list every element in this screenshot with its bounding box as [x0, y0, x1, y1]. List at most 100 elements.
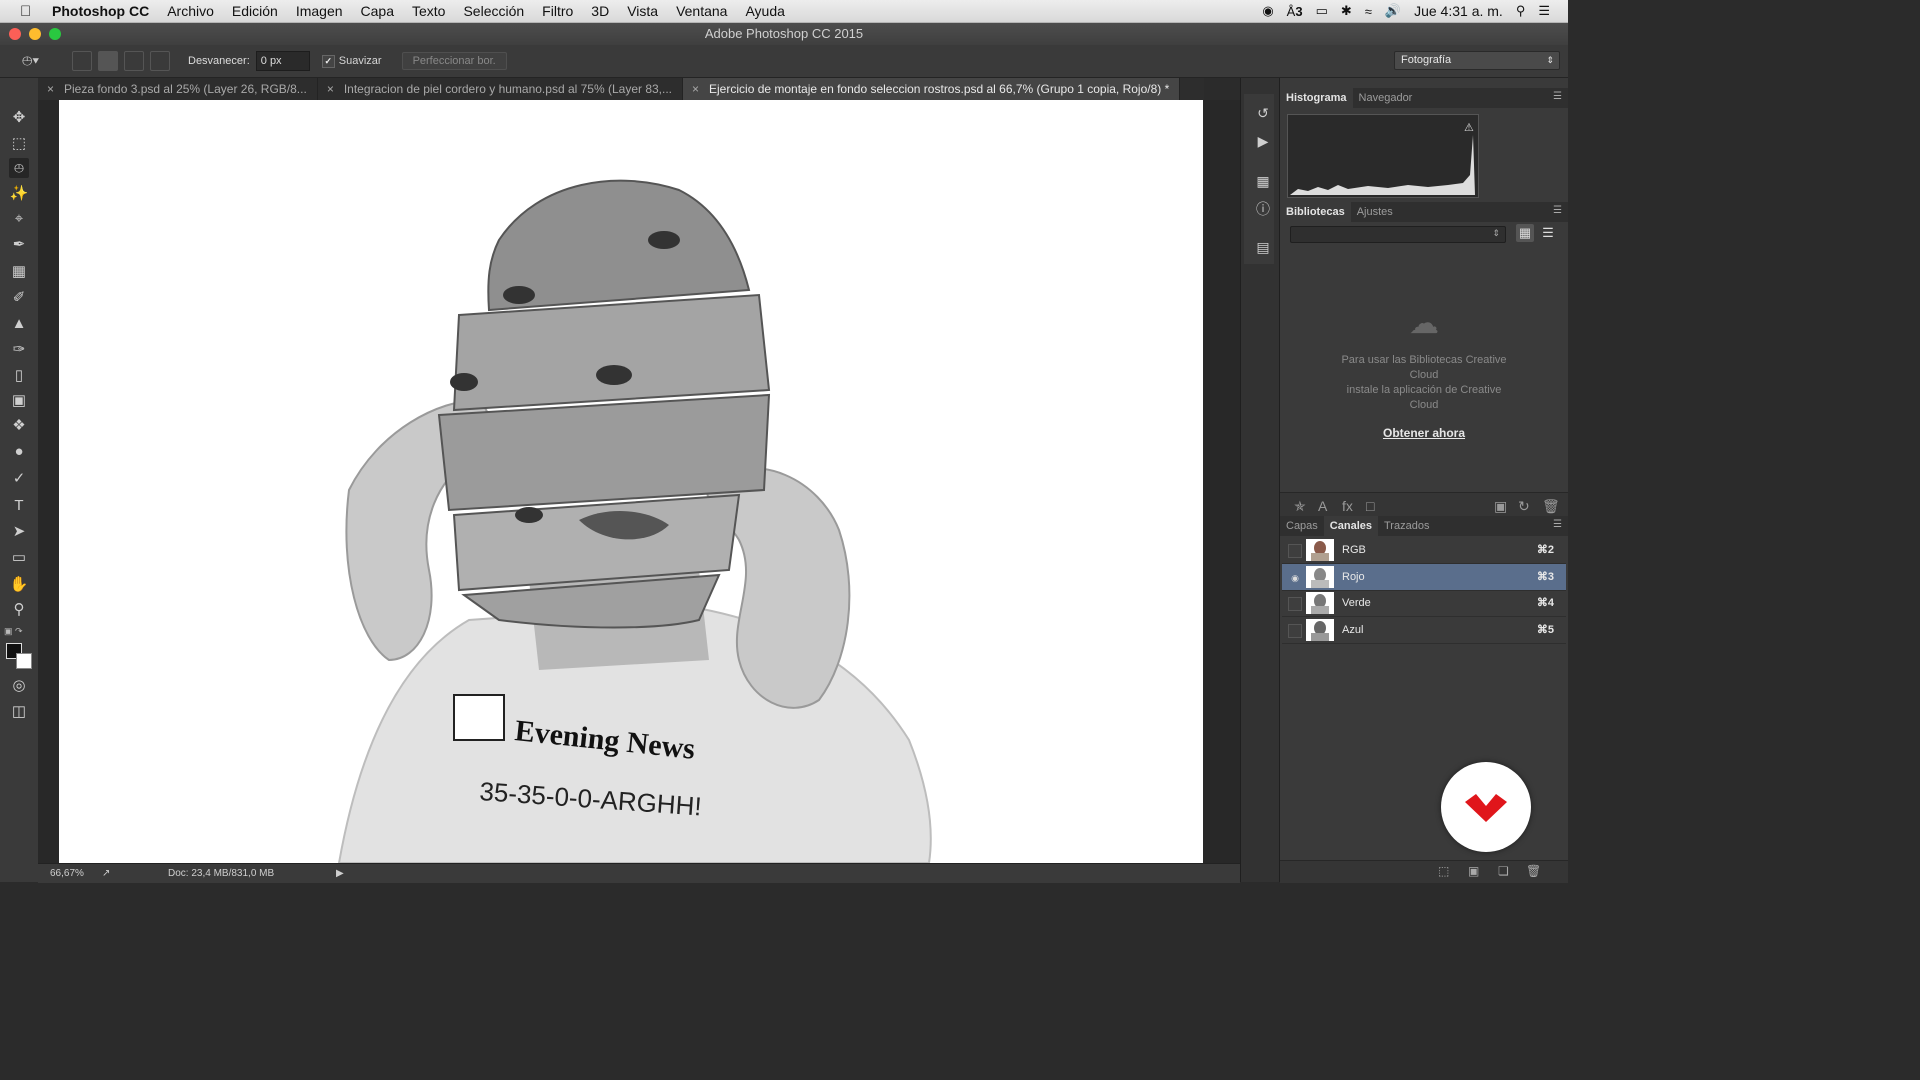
refine-edge-button[interactable]: Perfeccionar bor.: [401, 52, 507, 70]
add-color-icon[interactable]: □: [1366, 498, 1374, 514]
warning-icon[interactable]: ⚠: [1464, 121, 1474, 134]
gradient-tool-icon[interactable]: ▣: [9, 391, 29, 411]
dodge-tool-icon[interactable]: ●: [9, 442, 29, 462]
doc-tab[interactable]: × Integracion de piel cordero y humano.ps…: [317, 78, 684, 100]
info-icon[interactable]: ⓘ: [1254, 200, 1272, 218]
record-icon[interactable]: ◉: [1262, 3, 1273, 19]
panel-menu-icon[interactable]: ☰: [1553, 519, 1562, 530]
move-tool-icon[interactable]: ✥: [9, 108, 29, 128]
history-icon[interactable]: ↺: [1254, 104, 1272, 122]
image-canvas[interactable]: Evening News 35-35-0-0-ARGHH!: [59, 100, 1203, 863]
tab-canales[interactable]: Canales: [1323, 516, 1378, 536]
delete-channel-icon[interactable]: 🗑: [1526, 864, 1541, 878]
menu-ventana[interactable]: Ventana: [676, 3, 727, 19]
load-selection-icon[interactable]: ⬚: [1438, 864, 1449, 878]
adobe-cc-icon[interactable]: Å3: [1287, 4, 1303, 19]
eyedropper-tool-icon[interactable]: ✒: [9, 235, 29, 255]
bluetooth-icon[interactable]: ✱: [1341, 3, 1352, 19]
menu-edicion[interactable]: Edición: [232, 3, 278, 19]
clock[interactable]: Jue 4:31 a. m.: [1414, 3, 1503, 19]
menu-ayuda[interactable]: Ayuda: [745, 3, 784, 19]
menu-3d[interactable]: 3D: [591, 3, 609, 19]
new-selection-mode-icon[interactable]: [72, 51, 92, 71]
close-tab-icon[interactable]: ×: [327, 78, 334, 100]
doc-tab-active[interactable]: × Ejercicio de montaje en fondo seleccion…: [683, 78, 1181, 100]
grid-view-icon[interactable]: ▦: [1516, 224, 1534, 242]
save-selection-icon[interactable]: ▣: [1468, 864, 1479, 878]
visibility-toggle[interactable]: [1288, 544, 1302, 558]
zoom-level[interactable]: 66,67%: [50, 864, 84, 883]
apple-icon[interactable]: : [20, 3, 40, 20]
magic-wand-tool-icon[interactable]: ✨: [9, 184, 29, 204]
tab-trazados[interactable]: Trazados: [1378, 516, 1435, 536]
menu-app[interactable]: Photoshop CC: [52, 3, 149, 19]
add-selection-mode-icon[interactable]: [98, 51, 118, 71]
actions-play-icon[interactable]: ▶: [1254, 132, 1272, 150]
feather-input[interactable]: 0 px: [255, 51, 310, 71]
brush-tool-icon[interactable]: ✐: [9, 288, 29, 308]
lasso-preset-icon[interactable]: ⦺▾: [22, 52, 52, 70]
properties-icon[interactable]: ▦: [1254, 172, 1272, 190]
path-selection-tool-icon[interactable]: ➤: [9, 522, 29, 542]
healing-brush-tool-icon[interactable]: ▦: [9, 262, 29, 282]
airplay-icon[interactable]: ▭: [1316, 3, 1328, 19]
add-character-style-icon[interactable]: A: [1318, 498, 1327, 514]
channel-row-rgb[interactable]: RGB ⌘2: [1282, 537, 1566, 564]
tab-ajustes[interactable]: Ajustes: [1351, 202, 1399, 222]
stock-icon[interactable]: ▣: [1494, 498, 1507, 515]
menu-imagen[interactable]: Imagen: [296, 3, 343, 19]
menu-vista[interactable]: Vista: [627, 3, 658, 19]
menu-filtro[interactable]: Filtro: [542, 3, 573, 19]
menu-capa[interactable]: Capa: [361, 3, 394, 19]
sync-icon[interactable]: ↻: [1518, 498, 1530, 515]
tab-histograma[interactable]: Histograma: [1280, 88, 1353, 108]
eye-icon[interactable]: ◉: [1288, 571, 1302, 585]
zoom-window-icon[interactable]: [49, 28, 61, 40]
intersect-selection-mode-icon[interactable]: [150, 51, 170, 71]
channel-row-rojo[interactable]: ◉ Rojo ⌘3: [1282, 564, 1566, 591]
zoom-tool-icon[interactable]: ⚲: [9, 600, 29, 620]
stamp-tool-icon[interactable]: ▲: [9, 314, 29, 334]
history-brush-tool-icon[interactable]: ✑: [9, 340, 29, 360]
share-icon[interactable]: ↗: [102, 864, 110, 883]
add-graphic-icon[interactable]: ✯: [1294, 498, 1306, 515]
pen-tool-icon[interactable]: ✓: [9, 469, 29, 489]
panel-menu-icon[interactable]: ☰: [1553, 205, 1562, 216]
wifi-icon[interactable]: ≈: [1365, 4, 1372, 19]
doc-size[interactable]: Doc: 23,4 MB/831,0 MB: [168, 864, 274, 883]
crop-tool-icon[interactable]: ⌖: [9, 209, 29, 229]
library-select[interactable]: ⇕: [1290, 226, 1506, 243]
tab-navegador[interactable]: Navegador: [1353, 88, 1419, 108]
visibility-toggle[interactable]: [1288, 624, 1302, 638]
trash-icon[interactable]: 🗑: [1542, 498, 1560, 515]
background-color-swatch[interactable]: [16, 653, 32, 669]
eraser-tool-icon[interactable]: ▯: [9, 366, 29, 386]
tab-bibliotecas[interactable]: Bibliotecas: [1280, 202, 1351, 222]
close-window-icon[interactable]: [9, 28, 21, 40]
play-arrow-icon[interactable]: ▶: [336, 864, 344, 883]
screen-mode-icon[interactable]: ◫: [9, 702, 29, 722]
new-channel-icon[interactable]: ❏: [1498, 864, 1509, 878]
channel-row-azul[interactable]: Azul ⌘5: [1282, 617, 1566, 644]
close-tab-icon[interactable]: ×: [692, 78, 699, 100]
blur-tool-icon[interactable]: ❖: [9, 416, 29, 436]
antialias-checkbox[interactable]: ✓ Suavizar: [321, 54, 382, 68]
subtract-selection-mode-icon[interactable]: [124, 51, 144, 71]
lasso-tool-icon[interactable]: ⦺: [9, 158, 29, 178]
swap-colors-icon[interactable]: ▣ ↷: [4, 626, 34, 638]
minimize-window-icon[interactable]: [29, 28, 41, 40]
notification-center-icon[interactable]: ☰: [1538, 3, 1550, 19]
add-layer-style-icon[interactable]: fx: [1342, 498, 1353, 514]
marquee-tool-icon[interactable]: ⬚: [9, 134, 29, 154]
hand-tool-icon[interactable]: ✋: [9, 575, 29, 595]
panel-menu-icon[interactable]: ☰: [1553, 91, 1562, 102]
menu-archivo[interactable]: Archivo: [167, 3, 214, 19]
workspace-select[interactable]: Fotografía ⇕: [1394, 51, 1560, 70]
doc-tab[interactable]: × Pieza fondo 3.psd al 25% (Layer 26, RGB…: [38, 78, 318, 100]
channel-row-verde[interactable]: Verde ⌘4: [1282, 590, 1566, 617]
clone-source-icon[interactable]: ▤: [1254, 238, 1272, 256]
menu-texto[interactable]: Texto: [412, 3, 445, 19]
spotlight-search-icon[interactable]: ⚲: [1516, 3, 1526, 19]
menu-seleccion[interactable]: Selección: [463, 3, 524, 19]
tab-capas[interactable]: Capas: [1280, 516, 1324, 536]
